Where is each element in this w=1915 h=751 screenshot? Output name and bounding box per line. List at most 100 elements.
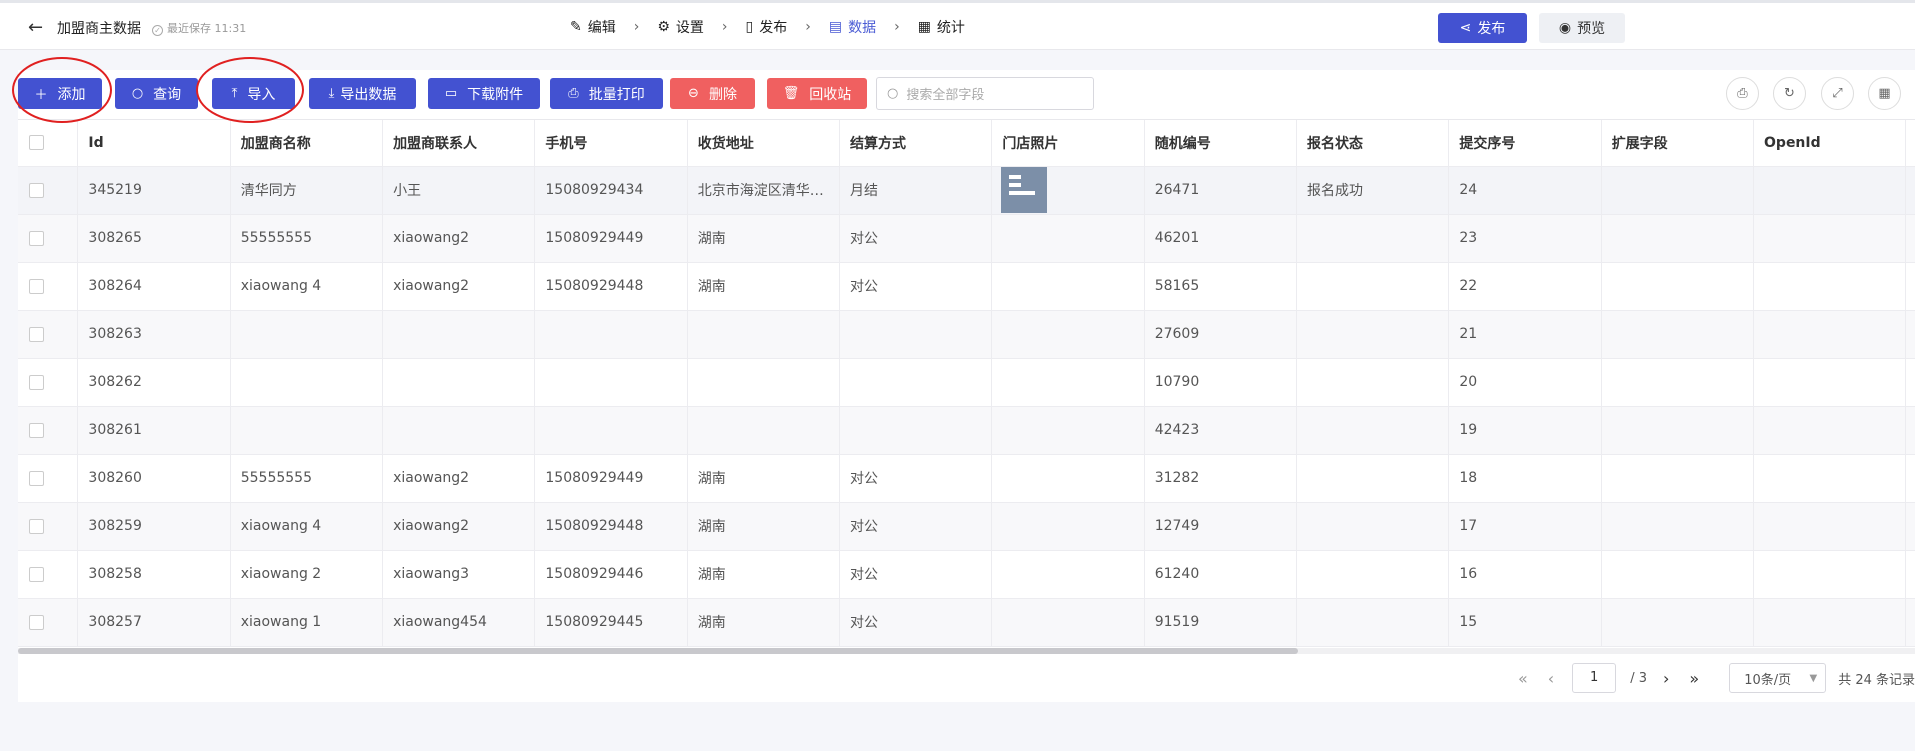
back-arrow-icon[interactable]: ←	[28, 17, 43, 38]
recycle-label: 回收站	[809, 86, 852, 103]
scrollbar-thumb[interactable]	[18, 648, 1298, 654]
preview-button[interactable]: ◉ 预览	[1539, 13, 1625, 43]
refresh-button[interactable]: ↻	[1773, 77, 1806, 110]
row-checkbox-cell[interactable]	[18, 502, 79, 551]
table-cell	[1753, 502, 1907, 551]
horizontal-scrollbar[interactable]	[18, 648, 1915, 654]
column-header[interactable]: 报名状态	[1296, 120, 1450, 167]
table-cell: 308261	[77, 406, 231, 455]
table-row[interactable]: 345219 清华同方 小王 15080929434 北京市海淀区清华… 月结 26471 报…	[18, 166, 1915, 215]
last-page-icon[interactable]: »	[1689, 669, 1699, 688]
step-edit[interactable]: ✎ 编辑 ›	[570, 17, 639, 37]
print-icon-button[interactable]: ⎙	[1726, 77, 1759, 110]
row-checkbox-cell[interactable]	[18, 454, 79, 503]
recycle-bin-button[interactable]: 🗑 回收站	[767, 78, 867, 109]
page-number-input[interactable]: 1	[1572, 663, 1617, 693]
edit-icon: ✎	[570, 19, 582, 35]
row-checkbox-cell[interactable]	[18, 550, 79, 599]
row-checkbox[interactable]	[29, 326, 44, 342]
import-button[interactable]: ⤒ 导入	[212, 78, 295, 109]
row-checkbox[interactable]	[29, 518, 44, 534]
table-row[interactable]: 308263 27609 21	[18, 310, 1915, 359]
download-attachments-button[interactable]: ▭ 下载附件	[428, 78, 540, 109]
table-row[interactable]: 308261 42423 19	[18, 406, 1915, 455]
table-cell	[1753, 598, 1907, 647]
row-checkbox[interactable]	[29, 230, 44, 246]
table-row[interactable]: 308260 55555555 xiaowang2 15080929449 湖南 对公 31…	[18, 454, 1915, 503]
save-status: ✓ 最近保存 11:31	[152, 20, 246, 36]
table-cell	[991, 502, 1145, 551]
table-cell: 20	[1448, 358, 1602, 407]
column-header[interactable]: OpenId	[1753, 120, 1907, 167]
column-header[interactable]: 提交序号	[1448, 120, 1602, 167]
table-row[interactable]: 308262 10790 20	[18, 358, 1915, 407]
row-checkbox-cell[interactable]	[18, 406, 79, 455]
step-stats[interactable]: ▦ 统计	[918, 17, 965, 37]
check-circle-icon: ✓	[152, 25, 163, 36]
delete-label: 删除	[708, 86, 737, 103]
table-row[interactable]: 308265 55555555 xiaowang2 15080929449 湖南 对公 46…	[18, 214, 1915, 263]
step-label: 设置	[675, 20, 704, 36]
table-cell	[1601, 406, 1755, 455]
column-header[interactable]: 加盟商联系人	[382, 120, 536, 167]
step-data[interactable]: ▤ 数据 ›	[829, 17, 900, 37]
select-all-checkbox[interactable]	[18, 120, 79, 167]
row-checkbox-cell[interactable]	[18, 262, 79, 311]
row-checkbox[interactable]	[29, 566, 44, 582]
table-cell	[1296, 598, 1450, 647]
table-cell: 16	[1448, 550, 1602, 599]
publish-button[interactable]: ⋖ 发布	[1438, 13, 1527, 43]
row-checkbox-cell[interactable]	[18, 166, 79, 215]
delete-button[interactable]: ⊖ 删除	[670, 78, 755, 109]
row-checkbox-cell[interactable]	[18, 310, 79, 359]
table-row[interactable]: 308258 xiaowang 2 xiaowang3 15080929446 湖南 对公…	[18, 550, 1915, 599]
table-cell: 湖南	[687, 262, 841, 311]
next-page-icon[interactable]: ›	[1663, 669, 1669, 688]
column-header[interactable]: 结算方式	[839, 120, 993, 167]
column-header[interactable]: 随机编号	[1144, 120, 1298, 167]
table-row[interactable]: 308264 xiaowang 4 xiaowang2 15080929448 湖南 对公…	[18, 262, 1915, 311]
add-button[interactable]: ＋ 添加	[18, 78, 102, 109]
row-checkbox[interactable]	[29, 182, 44, 198]
step-publish[interactable]: ▯ 发布 ›	[746, 17, 811, 37]
fullscreen-button[interactable]: ⤢	[1821, 77, 1854, 110]
row-checkbox[interactable]	[29, 470, 44, 486]
step-settings[interactable]: ⚙ 设置 ›	[657, 17, 727, 37]
table-cell	[1905, 550, 1915, 599]
column-header[interactable]: 加盟商名称	[230, 120, 384, 167]
batch-print-button[interactable]: ⎙ 批量打印	[550, 78, 663, 109]
table-cell	[1905, 406, 1915, 455]
row-checkbox[interactable]	[29, 278, 44, 294]
column-header[interactable]: 手机号	[534, 120, 688, 167]
table-cell: xiaowang2	[382, 262, 536, 311]
minus-circle-icon: ⊖	[688, 86, 699, 101]
row-checkbox-cell[interactable]	[18, 598, 79, 647]
column-header[interactable]: 门店照片	[991, 120, 1145, 167]
column-header[interactable]: 收货地址	[687, 120, 841, 167]
chevron-right-icon: ›	[721, 19, 728, 35]
store-photo-thumbnail[interactable]	[1001, 167, 1048, 213]
table-cell: xiaowang3	[382, 550, 536, 599]
table-row[interactable]: 308259 xiaowang 4 xiaowang2 15080929448 湖南 对公…	[18, 502, 1915, 551]
column-header[interactable]: 微	[1905, 120, 1915, 167]
query-button[interactable]: ○ 查询	[115, 78, 198, 109]
column-settings-button[interactable]: ▦	[1868, 77, 1901, 110]
row-checkbox[interactable]	[29, 422, 44, 438]
export-button[interactable]: ⤓ 导出数据	[309, 78, 416, 109]
first-page-icon[interactable]: «	[1518, 669, 1528, 688]
column-header[interactable]: 扩展字段	[1601, 120, 1755, 167]
table-cell	[534, 310, 688, 359]
page-size-select[interactable]: 10条/页 ▼	[1729, 663, 1827, 693]
checkbox[interactable]	[29, 135, 44, 151]
table-cell	[1601, 358, 1755, 407]
column-header[interactable]: Id	[77, 120, 231, 167]
table-row[interactable]: 308257 xiaowang 1 xiaowang454 15080929445 湖南…	[18, 598, 1915, 647]
search-input[interactable]: ○ 搜索全部字段	[876, 77, 1094, 110]
row-checkbox[interactable]	[29, 614, 44, 630]
prev-page-icon[interactable]: ‹	[1548, 669, 1554, 688]
row-checkbox-cell[interactable]	[18, 358, 79, 407]
row-checkbox-cell[interactable]	[18, 214, 79, 263]
row-checkbox[interactable]	[29, 374, 44, 390]
table-cell	[382, 310, 536, 359]
step-nav: ✎ 编辑 › ⚙ 设置 › ▯ 发布 › ▤ 数据 › ▦ 统计	[570, 17, 983, 37]
